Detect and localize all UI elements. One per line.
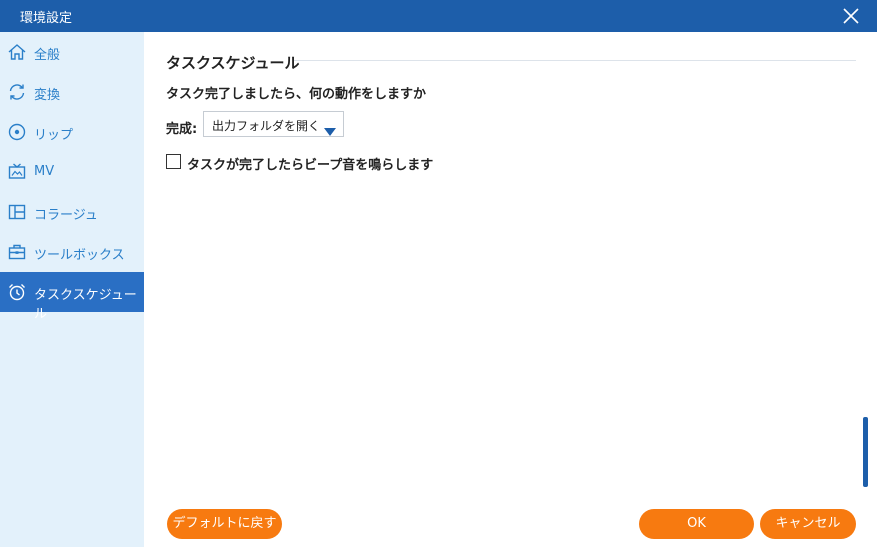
section-title: タスクスケジュール <box>166 54 300 72</box>
sidebar-item-label: コラージュ <box>34 208 98 223</box>
completion-question: タスク完了しましたら、何の動作をしますか <box>166 87 427 102</box>
tv-icon <box>7 162 27 182</box>
scrollbar[interactable] <box>863 417 868 487</box>
completion-label: 完成: <box>166 122 198 137</box>
sidebar-item-label: ツールボックス <box>34 248 125 263</box>
home-icon <box>7 42 27 62</box>
sidebar-item-label: リップ <box>34 128 74 143</box>
sidebar-item-mv[interactable]: MV <box>0 152 144 192</box>
collage-icon <box>7 202 27 222</box>
convert-icon <box>7 82 27 102</box>
sidebar-item-rip[interactable]: リップ <box>0 112 144 152</box>
title-bar: 環境設定 <box>0 0 877 32</box>
sidebar-item-label: 変換 <box>34 88 61 103</box>
caret-down-icon <box>324 121 336 136</box>
completion-action-value: 出力フォルダを開く <box>212 119 321 133</box>
section-divider <box>294 60 856 61</box>
sidebar-item-label: 全般 <box>34 48 61 63</box>
sidebar-item-task-schedule[interactable]: タスクスケジュール <box>0 272 144 322</box>
beep-checkbox[interactable] <box>166 154 181 169</box>
sidebar-item-label: タスクスケジュール <box>34 288 137 322</box>
window-title: 環境設定 <box>20 11 73 26</box>
alarm-clock-icon <box>7 282 27 302</box>
settings-panel: タスクスケジュール タスク完了しましたら、何の動作をしますか 完成: 出力フォル… <box>144 32 877 547</box>
completion-action-select[interactable]: 出力フォルダを開く <box>203 111 344 137</box>
restore-defaults-button[interactable]: デフォルトに戻す <box>167 509 282 539</box>
sidebar-item-convert[interactable]: 変換 <box>0 72 144 112</box>
sidebar-item-general[interactable]: 全般 <box>0 32 144 72</box>
close-icon[interactable] <box>839 4 863 28</box>
cancel-button[interactable]: キャンセル <box>760 509 856 539</box>
sidebar-item-toolbox[interactable]: ツールボックス <box>0 232 144 272</box>
preferences-window: 環境設定 全般 変換 リップ MV コラージュ ツールボックス タスクスケジュー… <box>0 0 877 547</box>
sidebar-item-collage[interactable]: コラージュ <box>0 192 144 232</box>
ok-button[interactable]: OK <box>639 509 754 539</box>
beep-label: タスクが完了したらビープ音を鳴らします <box>187 158 434 173</box>
disc-icon <box>7 122 27 142</box>
sidebar: 全般 変換 リップ MV コラージュ ツールボックス タスクスケジュール <box>0 32 144 547</box>
beep-option[interactable]: タスクが完了したらビープ音を鳴らします <box>166 153 433 173</box>
toolbox-icon <box>7 242 27 262</box>
sidebar-item-label: MV <box>34 164 55 179</box>
